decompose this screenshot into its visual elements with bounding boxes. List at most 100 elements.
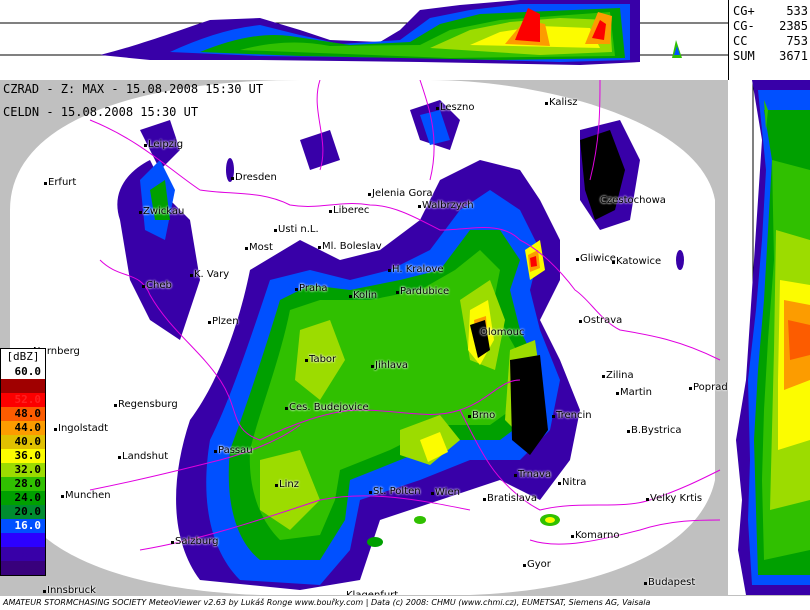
city-marker [468,415,471,418]
city-label: Salzburg [175,536,219,547]
legend-row: 8.0 [1,547,45,561]
city-label: Poprad [693,382,728,393]
city-label: Nitra [562,477,587,488]
city-label: Bratislava [487,493,537,504]
city-label: Ml. Boleslav [322,241,382,252]
city-marker [231,177,234,180]
city-marker [171,541,174,544]
city-marker [305,359,308,362]
city-marker [118,456,121,459]
footer-credits: AMATEUR STORMCHASING SOCIETY MeteoViewer… [0,596,810,610]
legend-row: 4.0 [1,561,45,575]
city-marker [596,200,599,203]
legend-row: 20.0 [1,505,45,519]
city-label: Munchen [65,490,111,501]
city-label: Zilina [606,370,634,381]
city-label: Walbrzych [422,200,474,211]
city-label: Regensburg [118,399,178,410]
legend-row: 44.0 [1,421,45,435]
city-marker [483,498,486,501]
city-label: B.Bystrica [631,425,682,436]
city-marker [436,107,439,110]
radar-viewer: CG+ 533 CG- 2385 CC 753 SUM 3671 CZRAD -… [0,0,810,610]
city-marker [644,582,647,585]
legend-title: [dBZ] [1,349,45,365]
city-marker [214,450,217,453]
city-marker [388,269,391,272]
stat-cc: CC 753 [733,34,808,49]
city-marker [689,387,692,390]
city-label: Velky Krtis [650,493,703,504]
city-label: St. Polten [373,486,421,497]
city-marker [616,392,619,395]
city-label: Martin [620,387,652,398]
city-label: Leszno [440,102,475,113]
legend-row: 56.0 [1,379,45,393]
city-marker [558,482,561,485]
stat-label: CC [733,34,748,48]
top-profile-strip [0,0,728,80]
city-label: K. Vary [194,269,230,280]
city-marker [139,211,142,214]
city-marker [576,258,579,261]
legend-row: 36.0 [1,449,45,463]
stat-cg-minus: CG- 2385 [733,19,808,34]
city-label: Gliwice [580,253,616,264]
city-label: Linz [279,479,299,490]
city-label: Pardubice [400,286,450,297]
top-profile-graphic [0,0,728,65]
city-label: H. Kralove [392,264,444,275]
city-label: Cheb [146,280,172,291]
legend-row: 28.0 [1,477,45,491]
city-label: Trencin [556,410,592,421]
city-marker [602,375,605,378]
city-marker [329,210,332,213]
city-label: Erfurt [48,177,77,188]
stat-label: SUM [733,49,755,63]
legend-row: 60.0 [1,365,45,379]
city-marker [43,590,46,593]
city-label: Kolin [353,290,378,301]
city-label: Brno [472,410,496,421]
side-profile-strip [728,80,810,595]
stat-value: 533 [786,4,808,18]
city-marker [371,365,374,368]
city-label: Wien [435,487,460,498]
legend-row: 32.0 [1,463,45,477]
legend-row: 16.0 [1,519,45,533]
lightning-stats-panel: CG+ 533 CG- 2385 CC 753 SUM 3671 [728,0,810,80]
city-label: Leipzig [148,139,184,150]
stat-value: 753 [786,34,808,48]
city-label: Olomouc [480,327,525,338]
city-marker [571,535,574,538]
city-marker [245,247,248,250]
city-marker [545,102,548,105]
city-marker [114,404,117,407]
city-marker [523,564,526,567]
city-marker [627,430,630,433]
city-marker [275,484,278,487]
stat-sum: SUM 3671 [733,49,808,64]
city-label: Kalisz [549,97,578,108]
city-marker [142,285,145,288]
city-label: Most [249,242,273,253]
lightning-header-title: CELDN - 15.08.2008 15:30 UT [3,105,199,119]
city-marker [208,321,211,324]
legend-row: 52.0 [1,393,45,407]
city-label: Passau [218,445,253,456]
city-marker [579,320,582,323]
stat-value: 2385 [779,19,808,33]
city-label: Plzen [212,316,239,327]
city-marker [274,229,277,232]
city-label: Tabor [309,354,337,365]
city-label: Trnava [518,469,552,480]
city-label: Budapest [648,577,696,588]
radar-map[interactable]: CZRAD - Z: MAX - 15.08.2008 15:30 UT CEL… [0,80,728,595]
city-marker [396,291,399,294]
city-label: Jihlava [375,360,409,371]
city-marker [349,295,352,298]
city-label: Dresden [235,172,277,183]
city-label: Czestochowa [600,195,666,206]
stat-label: CG- [733,19,755,33]
city-label: Landshut [122,451,169,462]
